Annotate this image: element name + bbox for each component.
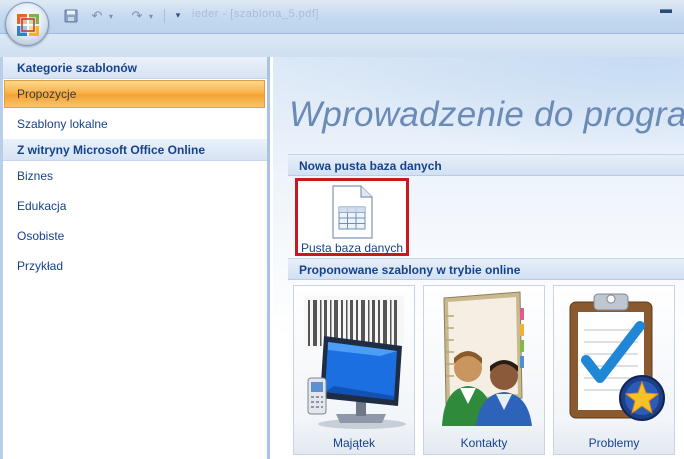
window-title: ieder - [szablona_5.pdf] <box>192 8 319 20</box>
title-bar: ↶ ▾ ↷ ▾ ▾ ieder - [szablona_5.pdf] ▬ <box>0 0 684 34</box>
window-controls: ▬ <box>644 0 684 20</box>
template-tile-majatek[interactable]: Majątek <box>293 285 415 455</box>
customize-qat-icon[interactable]: ▾ <box>172 8 184 22</box>
template-label-majatek: Majątek <box>332 436 376 450</box>
contacts-people-icon <box>442 291 532 426</box>
quick-access-toolbar: ↶ ▾ ↷ ▾ <box>58 6 168 26</box>
category-item-przyklad[interactable]: Przykład <box>3 251 267 281</box>
undo-icon[interactable]: ↶ <box>88 7 106 25</box>
category-item-biznes[interactable]: Biznes <box>3 161 267 191</box>
section-new-blank-database: Nowa pusta baza danych <box>288 154 684 176</box>
category-item-local-templates[interactable]: Szablony lokalne <box>3 109 267 139</box>
getting-started-panel: Wprowadzenie do programu Nowa pusta baza… <box>273 57 684 459</box>
section-template-categories: Kategorie szablonów <box>3 57 267 79</box>
section-featured-online-templates: Proponowane szablony w trybie online <box>288 258 684 280</box>
blank-database-label: Pusta baza danych <box>300 241 404 255</box>
template-tile-kontakty[interactable]: Kontakty <box>423 285 545 455</box>
welcome-title: Wprowadzenie do programu <box>289 95 684 134</box>
category-item-propozycje[interactable]: Propozycje <box>4 80 265 108</box>
office-button[interactable] <box>5 2 49 46</box>
minimize-icon[interactable]: ▬ <box>652 3 680 19</box>
assets-computer-icon <box>304 296 406 429</box>
toolbar-separator <box>164 9 165 23</box>
blank-database-tile[interactable]: Pusta baza danych <box>295 178 409 256</box>
undo-dropdown-icon[interactable]: ▾ <box>106 7 116 25</box>
save-icon[interactable] <box>62 7 80 25</box>
issues-clipboard-icon <box>569 293 665 421</box>
template-label-problemy: Problemy <box>588 436 640 450</box>
redo-icon[interactable]: ↷ <box>128 7 146 25</box>
category-item-edukacja[interactable]: Edukacja <box>3 191 267 221</box>
category-item-osobiste[interactable]: Osobiste <box>3 221 267 251</box>
blank-database-icon <box>332 185 373 239</box>
panel-top-strip <box>0 34 684 57</box>
template-tile-problemy[interactable]: Problemy <box>553 285 675 455</box>
template-label-kontakty: Kontakty <box>460 436 508 450</box>
section-office-online: Z witryny Microsoft Office Online <box>3 139 267 161</box>
redo-dropdown-icon[interactable]: ▾ <box>146 7 156 25</box>
template-categories-panel: Kategorie szablonów Propozycje Szablony … <box>0 57 270 459</box>
office-logo-icon <box>17 14 39 36</box>
